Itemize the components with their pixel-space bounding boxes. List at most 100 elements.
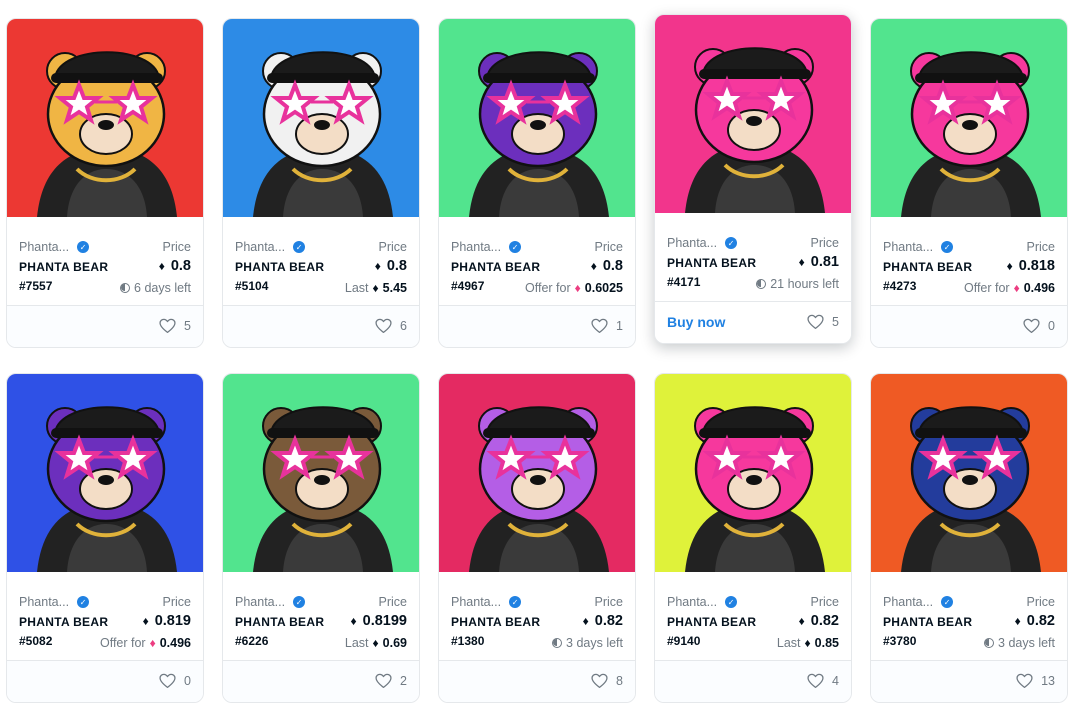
eth-icon: ♦ <box>350 614 357 628</box>
like-button[interactable]: 1 <box>591 318 623 334</box>
collection-name[interactable]: Phanta... ✓ <box>883 595 954 609</box>
eth-icon: ♦ <box>804 636 811 650</box>
buy-now-button[interactable]: Buy now <box>667 314 725 330</box>
like-button[interactable]: 4 <box>807 673 839 689</box>
heart-icon[interactable] <box>1023 318 1040 334</box>
time-left-text: 3 days left <box>566 636 623 650</box>
sub-label: Offer for <box>525 281 571 295</box>
time-left: 21 hours left <box>756 277 839 291</box>
token-id: #1380 <box>451 634 485 648</box>
like-button[interactable]: 5 <box>159 318 191 334</box>
nft-card[interactable]: Phanta... ✓ PHANTA BEAR #6226 Price ♦ 0.8199 La… <box>222 373 420 703</box>
nft-card[interactable]: Phanta... ✓ PHANTA BEAR #3780 Price ♦ 0.82 3 da… <box>870 373 1068 703</box>
price-amount: 0.82 <box>810 613 839 629</box>
eth-icon: ♦ <box>374 259 381 273</box>
like-button[interactable]: 2 <box>375 673 407 689</box>
heart-icon[interactable] <box>1016 673 1033 689</box>
eth-icon: ♦ <box>158 259 165 273</box>
price-amount: 0.819 <box>154 613 191 629</box>
phanta-bear-artwork <box>223 19 419 217</box>
price-value: ♦ 0.82 <box>799 613 839 629</box>
collection-name[interactable]: Phanta... ✓ <box>667 236 738 250</box>
heart-icon[interactable] <box>375 673 392 689</box>
nft-image[interactable] <box>871 374 1067 572</box>
nft-image[interactable] <box>7 19 203 217</box>
heart-icon[interactable] <box>807 673 824 689</box>
sub-label: Last <box>776 636 801 650</box>
nft-image[interactable] <box>7 374 203 572</box>
price-value: ♦ 0.8 <box>159 258 191 274</box>
collection-name[interactable]: Phanta... ✓ <box>235 595 306 609</box>
nft-image[interactable] <box>223 374 419 572</box>
eth-icon: ♦ <box>798 255 805 269</box>
collection-name[interactable]: Phanta... ✓ <box>235 240 306 254</box>
price-amount: 0.8 <box>170 258 191 274</box>
collection-label: Phanta... <box>667 595 718 609</box>
item-name: PHANTA BEAR <box>667 256 757 270</box>
like-count: 8 <box>616 674 623 688</box>
nft-card[interactable]: Phanta... ✓ PHANTA BEAR #9140 Price ♦ 0.82 Last… <box>654 373 852 703</box>
price-value: ♦ 0.818 <box>1007 258 1055 274</box>
like-button[interactable]: 0 <box>159 673 191 689</box>
verified-badge-icon: ✓ <box>941 241 954 253</box>
collection-name[interactable]: Phanta... ✓ <box>451 240 522 254</box>
price-label: Price <box>810 236 839 250</box>
eth-icon: ♦ <box>1014 614 1021 628</box>
last-sale: Last ♦ 5.45 <box>345 281 407 295</box>
price-amount: 0.8 <box>602 258 623 274</box>
nft-image[interactable] <box>655 15 851 213</box>
card-footer: 1 <box>439 305 635 347</box>
collection-name[interactable]: Phanta... ✓ <box>667 595 738 609</box>
verified-badge-icon: ✓ <box>509 241 522 253</box>
item-name: PHANTA BEAR <box>19 260 109 274</box>
nft-image[interactable] <box>655 374 851 572</box>
heart-icon[interactable] <box>159 673 176 689</box>
verified-badge-icon: ✓ <box>941 596 954 608</box>
heart-icon[interactable] <box>591 673 608 689</box>
token-id: #3780 <box>883 634 917 648</box>
collection-name[interactable]: Phanta... ✓ <box>19 240 90 254</box>
time-left-text: 6 days left <box>134 281 191 295</box>
phanta-bear-artwork <box>871 374 1067 572</box>
nft-image[interactable] <box>871 19 1067 217</box>
clock-icon <box>552 638 563 648</box>
time-left: 3 days left <box>984 636 1055 650</box>
heart-icon[interactable] <box>375 318 392 334</box>
nft-card[interactable]: Phanta... ✓ PHANTA BEAR #5104 Price ♦ 0.8 Last ♦… <box>222 18 420 348</box>
nft-card[interactable]: Phanta... ✓ PHANTA BEAR #4967 Price ♦ 0.8 Offer… <box>438 18 636 348</box>
price-label: Price <box>162 595 191 609</box>
nft-image[interactable] <box>439 19 635 217</box>
price-label: Price <box>594 240 623 254</box>
collection-name[interactable]: Phanta... ✓ <box>883 240 954 254</box>
like-button[interactable]: 6 <box>375 318 407 334</box>
nft-card[interactable]: Phanta... ✓ PHANTA BEAR #4273 Price ♦ 0.818 Off… <box>870 18 1068 348</box>
heart-icon[interactable] <box>807 314 824 330</box>
collection-name[interactable]: Phanta... ✓ <box>19 595 90 609</box>
nft-image[interactable] <box>223 19 419 217</box>
price-amount: 0.818 <box>1018 258 1055 274</box>
sub-value: 0.6025 <box>584 281 623 295</box>
eth-icon: ♦ <box>142 614 149 628</box>
token-id: #4171 <box>667 275 701 289</box>
eth-icon: ♦ <box>798 614 805 628</box>
collection-name[interactable]: Phanta... ✓ <box>451 595 522 609</box>
collection-label: Phanta... <box>883 595 934 609</box>
nft-card[interactable]: Phanta... ✓ PHANTA BEAR #1380 Price ♦ 0.82 3 da… <box>438 373 636 703</box>
item-name: PHANTA BEAR <box>235 615 325 629</box>
like-button[interactable]: 13 <box>1016 673 1055 689</box>
item-name: PHANTA BEAR <box>667 615 757 629</box>
nft-card[interactable]: Phanta... ✓ PHANTA BEAR #4171 Price ♦ 0.81 21 h… <box>654 14 852 344</box>
price-value: ♦ 0.8 <box>591 258 623 274</box>
time-left: 3 days left <box>552 636 623 650</box>
like-button[interactable]: 0 <box>1023 318 1055 334</box>
heart-icon[interactable] <box>591 318 608 334</box>
nft-image[interactable] <box>439 374 635 572</box>
phanta-bear-artwork <box>439 19 635 217</box>
like-button[interactable]: 8 <box>591 673 623 689</box>
price-amount: 0.81 <box>810 254 839 270</box>
like-count: 5 <box>184 319 191 333</box>
nft-card[interactable]: Phanta... ✓ PHANTA BEAR #5082 Price ♦ 0.819 Off… <box>6 373 204 703</box>
like-button[interactable]: 5 <box>807 314 839 330</box>
heart-icon[interactable] <box>159 318 176 334</box>
nft-card[interactable]: Phanta... ✓ PHANTA BEAR #7557 Price ♦ 0.8 6 day… <box>6 18 204 348</box>
